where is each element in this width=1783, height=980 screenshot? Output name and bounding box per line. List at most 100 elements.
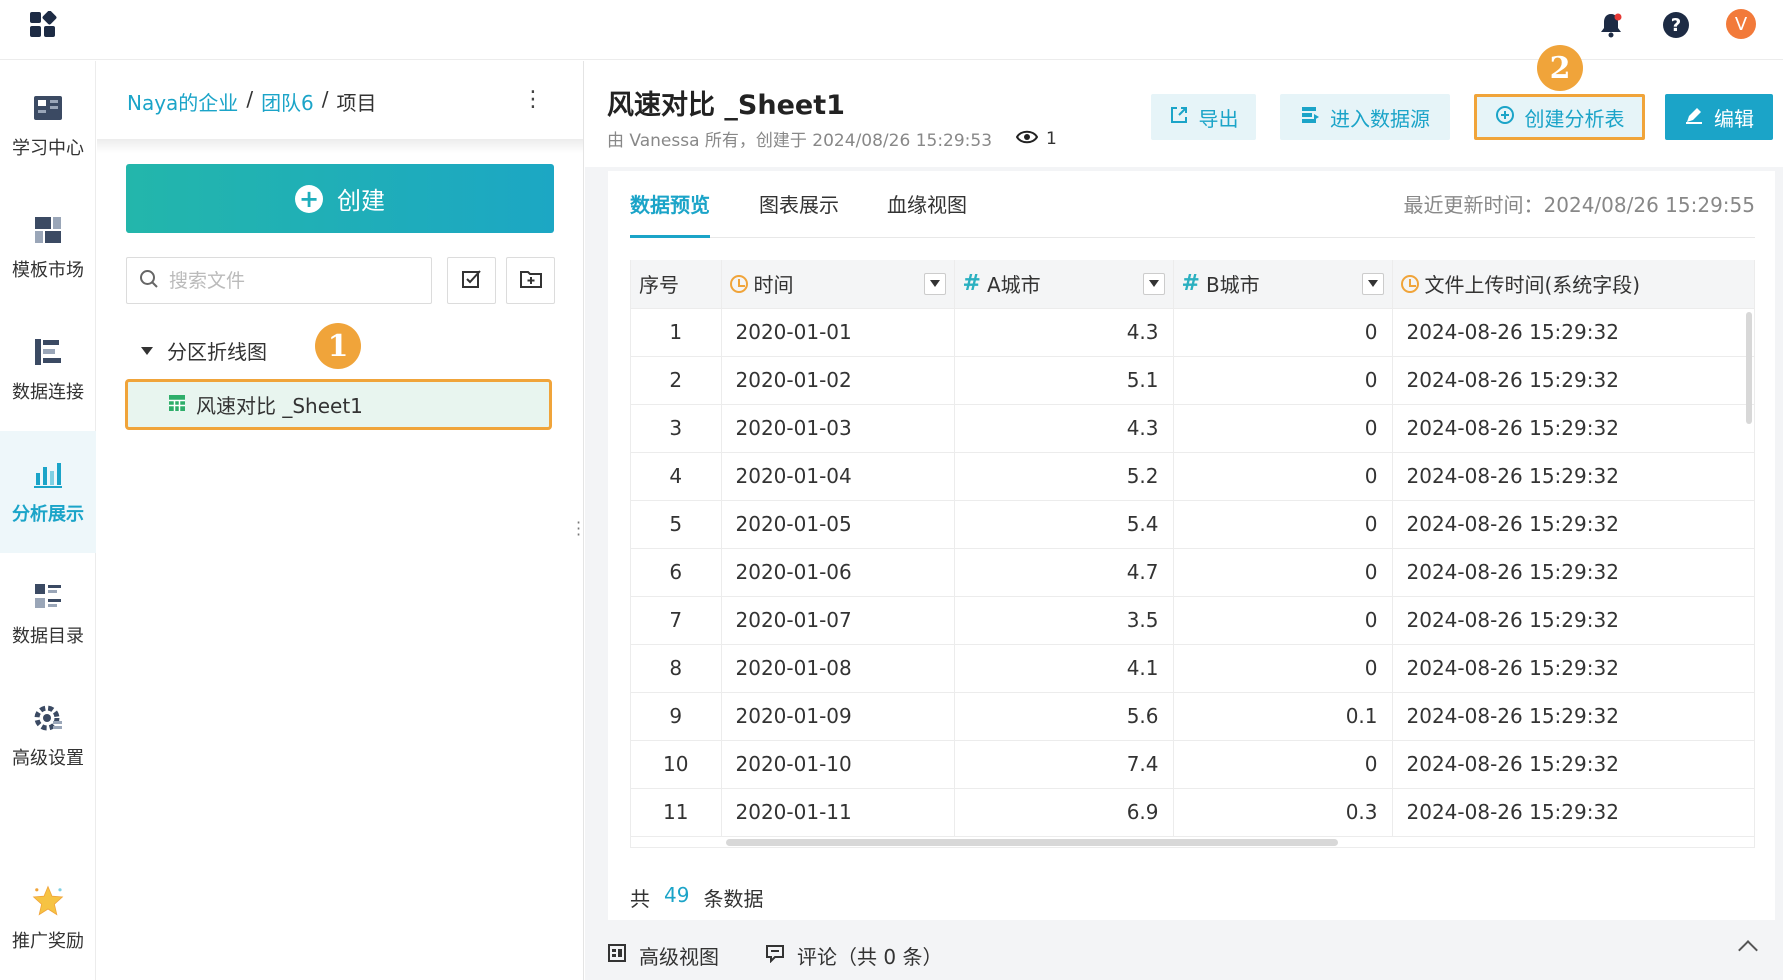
help-icon[interactable]: ? — [1661, 10, 1691, 40]
cell-time: 2020-01-06 — [721, 548, 955, 597]
breadcrumb-enterprise[interactable]: Naya的企业 — [127, 87, 238, 116]
cell-b-city: 0 — [1173, 404, 1393, 453]
sheet-icon — [168, 393, 186, 417]
step-badge-2: 2 — [1537, 45, 1583, 91]
star-icon — [32, 885, 64, 917]
table-row[interactable]: 6 2020-01-06 4.7 0 2024-08-26 15:29:32 — [631, 548, 1754, 597]
cell-index: 2 — [631, 356, 722, 405]
cell-time: 2020-01-09 — [721, 692, 955, 741]
cell-index: 10 — [631, 740, 722, 789]
export-button[interactable]: 导出 — [1151, 94, 1256, 140]
cell-upload-time: 2024-08-26 15:29:32 — [1392, 500, 1754, 549]
table-header-row: 序号 时间 # A城市 # B城市 文件上传时间(系统字段) — [631, 260, 1754, 309]
column-menu-button[interactable] — [923, 272, 946, 295]
advanced-view-button[interactable]: 高级视图 — [607, 941, 719, 970]
cell-b-city: 0 — [1173, 644, 1393, 693]
nav-item-promotion-rewards[interactable]: 推广奖励 — [0, 858, 96, 980]
new-folder-button[interactable] — [506, 257, 555, 304]
cell-time: 2020-01-10 — [721, 740, 955, 789]
cell-index: 8 — [631, 644, 722, 693]
table-row[interactable]: 11 2020-01-11 6.9 0.3 2024-08-26 15:29:32 — [631, 788, 1754, 837]
nav-item-data-connect[interactable]: 数据连接 — [0, 309, 96, 431]
column-header-time: 时间 — [721, 260, 955, 309]
tree-folder[interactable]: 分区折线图 — [141, 336, 267, 365]
search-icon — [139, 269, 159, 293]
datetime-icon — [729, 274, 748, 293]
cell-time: 2020-01-04 — [721, 452, 955, 501]
more-options-icon[interactable]: ⋮ — [522, 89, 544, 111]
bell-icon[interactable] — [1596, 10, 1626, 40]
create-analysis-table-button[interactable]: 创建分析表 — [1474, 94, 1645, 140]
table-row[interactable]: 10 2020-01-10 7.4 0 2024-08-26 15:29:32 — [631, 740, 1754, 789]
document-header: 风速对比 _Sheet1 由 Vanessa 所有，创建于 2024/08/26… — [585, 45, 1783, 167]
cell-upload-time: 2024-08-26 15:29:32 — [1392, 308, 1754, 357]
edit-label: 编辑 — [1714, 106, 1754, 131]
cell-index: 1 — [631, 308, 722, 357]
table-row[interactable]: 8 2020-01-08 4.1 0 2024-08-26 15:29:32 — [631, 644, 1754, 693]
svg-text:?: ? — [1671, 15, 1681, 36]
avatar[interactable]: V — [1726, 9, 1756, 39]
vertical-scrollbar[interactable] — [1746, 312, 1752, 424]
table-row[interactable]: 5 2020-01-05 5.4 0 2024-08-26 15:29:32 — [631, 500, 1754, 549]
comment-icon — [765, 943, 785, 968]
table-row[interactable]: 9 2020-01-09 5.6 0.1 2024-08-26 15:29:32 — [631, 692, 1754, 741]
horizontal-scrollbar[interactable] — [726, 839, 1338, 846]
app-grid-icon[interactable] — [29, 10, 57, 39]
column-header-index: 序号 — [631, 260, 722, 309]
nav-label: 学习中心 — [12, 138, 84, 159]
cell-upload-time: 2024-08-26 15:29:32 — [1392, 452, 1754, 501]
breadcrumb: Naya的企业 / 团队6 / 项目 — [127, 87, 377, 116]
chevron-up-icon[interactable] — [1738, 940, 1758, 960]
column-menu-button[interactable] — [1361, 272, 1384, 295]
nav-item-advanced-settings[interactable]: 高级设置 — [0, 675, 96, 797]
table-row[interactable]: 2 2020-01-02 5.1 0 2024-08-26 15:29:32 — [631, 356, 1754, 405]
cell-a-city: 5.6 — [954, 692, 1174, 741]
batch-select-button[interactable] — [447, 257, 496, 304]
cell-b-city: 0 — [1173, 452, 1393, 501]
number-type-icon: # — [1181, 271, 1200, 297]
nav-item-data-catalog[interactable]: 数据目录 — [0, 553, 96, 675]
document-meta: 由 Vanessa 所有，创建于 2024/08/26 15:29:53 1 — [607, 126, 1057, 152]
main-content: 风速对比 _Sheet1 由 Vanessa 所有，创建于 2024/08/26… — [585, 45, 1783, 980]
cell-upload-time: 2024-08-26 15:29:32 — [1392, 548, 1754, 597]
caret-down-icon[interactable] — [141, 346, 153, 355]
book-icon — [32, 92, 64, 124]
panel-resize-handle[interactable]: · · · — [576, 515, 581, 543]
cell-upload-time: 2024-08-26 15:29:32 — [1392, 644, 1754, 693]
cell-time: 2020-01-08 — [721, 644, 955, 693]
nav-item-learning-center[interactable]: 学习中心 — [0, 65, 96, 187]
data-card: 数据预览 图表展示 血缘视图 最近更新时间：2024/08/26 15:29:5… — [608, 171, 1775, 920]
cell-a-city: 7.4 — [954, 740, 1174, 789]
table-row[interactable]: 4 2020-01-04 5.2 0 2024-08-26 15:29:32 — [631, 452, 1754, 501]
checkbox-edit-icon — [461, 268, 483, 294]
caret-down-icon — [929, 280, 940, 288]
breadcrumb-team[interactable]: 团队6 — [261, 87, 314, 116]
nav-item-analysis[interactable]: 分析展示 — [0, 431, 96, 553]
cell-a-city: 5.1 — [954, 356, 1174, 405]
cell-upload-time: 2024-08-26 15:29:32 — [1392, 404, 1754, 453]
edit-icon — [1684, 105, 1704, 130]
table-row[interactable]: 1 2020-01-01 4.3 0 2024-08-26 15:29:32 — [631, 308, 1754, 357]
table-row[interactable]: 7 2020-01-07 3.5 0 2024-08-26 15:29:32 — [631, 596, 1754, 645]
cell-time: 2020-01-03 — [721, 404, 955, 453]
tab-data-preview[interactable]: 数据预览 — [630, 189, 710, 238]
cell-a-city: 5.2 — [954, 452, 1174, 501]
tab-bar: 数据预览 图表展示 血缘视图 最近更新时间：2024/08/26 15:29:5… — [630, 171, 1755, 238]
advanced-view-icon — [607, 943, 627, 968]
column-header-b-city: # B城市 — [1173, 260, 1393, 309]
file-name: 风速对比 _Sheet1 — [196, 394, 363, 418]
create-button[interactable]: + 创建 — [126, 164, 554, 233]
view-count-value: 1 — [1046, 128, 1057, 149]
comments-button[interactable]: 评论（共 0 条） — [765, 941, 942, 970]
search-input[interactable] — [169, 269, 409, 292]
advanced-view-label: 高级视图 — [639, 945, 719, 969]
tab-chart-display[interactable]: 图表展示 — [759, 189, 839, 238]
table-row[interactable]: 3 2020-01-03 4.3 0 2024-08-26 15:29:32 — [631, 404, 1754, 453]
tree-file-item[interactable]: 风速对比 _Sheet1 — [125, 379, 552, 430]
column-menu-button[interactable] — [1142, 272, 1165, 295]
enter-datasource-button[interactable]: 进入数据源 — [1280, 94, 1450, 140]
edit-button[interactable]: 编辑 — [1665, 94, 1773, 140]
nav-item-template-market[interactable]: 模板市场 — [0, 187, 96, 309]
tab-lineage-view[interactable]: 血缘视图 — [887, 189, 967, 238]
datetime-icon — [1400, 274, 1419, 293]
